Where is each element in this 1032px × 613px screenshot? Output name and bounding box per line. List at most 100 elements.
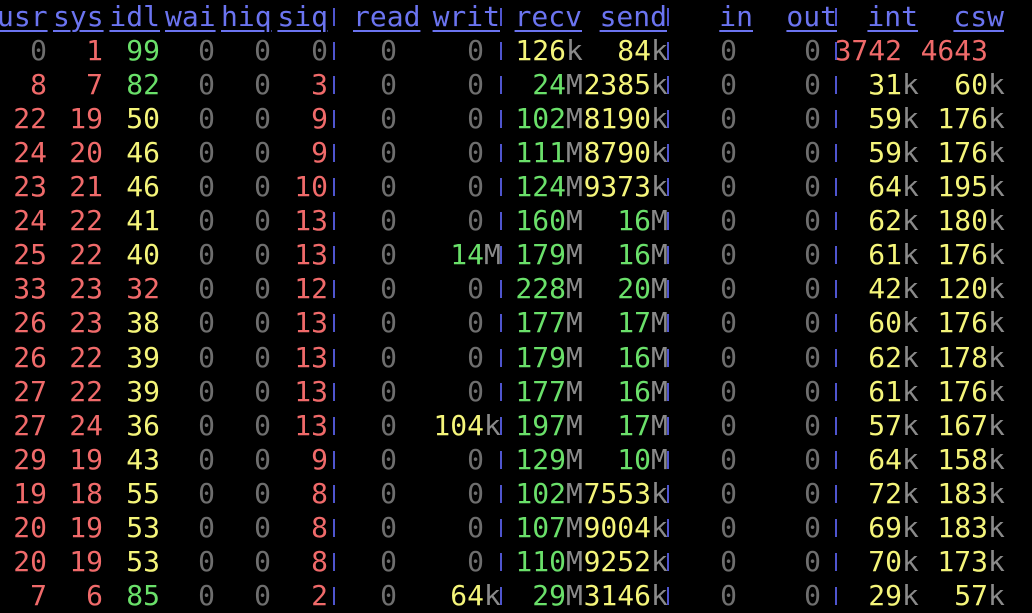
cell-read: 0: [380, 170, 397, 204]
unit-suffix: M: [651, 442, 668, 476]
cell-sys: 19: [69, 544, 103, 578]
unit-suffix: M: [651, 272, 668, 306]
cell-sys: 23: [69, 306, 103, 340]
cell-out: 0: [804, 136, 821, 170]
cell-idl: 46: [126, 170, 160, 204]
cell-int: 64: [868, 442, 902, 476]
cell-int: 59: [868, 102, 902, 136]
cell-siq: 2: [311, 578, 328, 612]
cell-idl: 38: [126, 306, 160, 340]
cell-hiq: 0: [254, 340, 271, 374]
column-separator: [500, 518, 502, 537]
cell-usr: 19: [13, 476, 47, 510]
cell-siq: 13: [294, 306, 328, 340]
cell-in: 0: [720, 34, 737, 68]
cell-int: 61: [868, 238, 902, 272]
cell-int: 62: [868, 340, 902, 374]
cell-read: 0: [380, 442, 397, 476]
unit-suffix: k: [651, 68, 668, 102]
cell-send: 16: [617, 340, 651, 374]
data-row: 33 23 32 0 0 12 0 0 228 M 20 M 0 0 42 k 120 k: [0, 272, 1032, 306]
cell-out: 0: [804, 442, 821, 476]
cell-csw: 167: [937, 408, 988, 442]
column-separator: [500, 42, 502, 61]
cell-siq: 13: [294, 340, 328, 374]
column-separator: [500, 314, 502, 333]
cell-idl: 82: [126, 68, 160, 102]
cell-read: 0: [380, 272, 397, 306]
column-separator: [667, 450, 669, 469]
cell-idl: 32: [126, 272, 160, 306]
unit-suffix: M: [651, 374, 668, 408]
data-row: 26 22 39 0 0 13 0 0 179 M 16 M 0 0 62 k 178 k: [0, 341, 1032, 375]
unit-suffix: k: [988, 408, 1005, 442]
cell-csw: 4643: [920, 34, 988, 68]
unit-suffix: k: [988, 578, 1005, 612]
unit-suffix: M: [651, 204, 668, 238]
data-row: 20 19 53 0 0 8 0 0 107 M 9004 k 0 0 69 k 183 k: [0, 511, 1032, 545]
cell-recv: 29: [532, 578, 566, 612]
cell-read: 0: [380, 578, 397, 612]
data-row: 26 23 38 0 0 13 0 0 177 M 17 M 0 0 60 k 176 k: [0, 306, 1032, 340]
column-separator: [667, 586, 669, 605]
cell-sys: 23: [69, 272, 103, 306]
cell-csw: 178: [937, 340, 988, 374]
column-separator: [500, 552, 502, 571]
cell-siq: 13: [294, 204, 328, 238]
column-header-send: send: [599, 0, 667, 33]
unit-suffix: k: [651, 578, 668, 612]
cell-idl: 41: [126, 204, 160, 238]
dstat-terminal: usr sys idl wai hiq siq read writ recv send in out i…: [0, 0, 1032, 612]
cell-int: 69: [868, 510, 902, 544]
cell-csw: 176: [937, 306, 988, 340]
cell-writ: 0: [467, 510, 484, 544]
cell-send: 16: [617, 204, 651, 238]
cell-out: 0: [804, 238, 821, 272]
column-separator: [667, 518, 669, 537]
cell-hiq: 0: [254, 578, 271, 612]
column-separator: [500, 246, 502, 265]
column-separator: [667, 416, 669, 435]
column-separator: [333, 450, 335, 469]
column-separator: [667, 484, 669, 503]
cell-out: 0: [804, 476, 821, 510]
column-header-writ: writ: [432, 0, 500, 33]
cell-writ: 0: [467, 136, 484, 170]
column-separator: [333, 212, 335, 231]
unit-suffix: k: [651, 136, 668, 170]
column-separator: [667, 246, 669, 265]
cell-out: 0: [804, 34, 821, 68]
cell-int: 72: [868, 476, 902, 510]
column-separator: [333, 8, 335, 26]
cell-hiq: 0: [254, 68, 271, 102]
column-separator: [333, 484, 335, 503]
column-separator: [667, 110, 669, 129]
cell-sys: 20: [69, 136, 103, 170]
cell-int: 59: [868, 136, 902, 170]
cell-writ: 0: [467, 102, 484, 136]
column-separator: [835, 484, 837, 503]
cell-writ: 0: [467, 476, 484, 510]
cell-read: 0: [380, 102, 397, 136]
column-header-csw: csw: [953, 0, 1004, 33]
cell-send: 17: [617, 306, 651, 340]
data-row: 22 19 50 0 0 9 0 0 102 M 8190 k 0 0 59 k 176 k: [0, 102, 1032, 136]
cell-csw: 183: [937, 510, 988, 544]
cell-read: 0: [380, 544, 397, 578]
cell-in: 0: [720, 68, 737, 102]
cell-wai: 0: [198, 544, 215, 578]
cell-writ: 0: [467, 68, 484, 102]
cell-idl: 53: [126, 510, 160, 544]
data-row: 19 18 55 0 0 8 0 0 102 M 7553 k 0 0 72 k 183 k: [0, 477, 1032, 511]
data-row: 24 22 41 0 0 13 0 0 160 M 16 M 0 0 62 k 180 k: [0, 204, 1032, 238]
cell-recv: 107: [515, 510, 566, 544]
cell-recv: 160: [515, 204, 566, 238]
cell-siq: 3: [311, 68, 328, 102]
cell-idl: 36: [126, 408, 160, 442]
column-separator: [333, 178, 335, 197]
column-separator: [667, 144, 669, 163]
unit-suffix: k: [651, 170, 668, 204]
unit-suffix: k: [988, 238, 1005, 272]
column-header-int: int: [867, 0, 918, 33]
unit-suffix: k: [988, 102, 1005, 136]
